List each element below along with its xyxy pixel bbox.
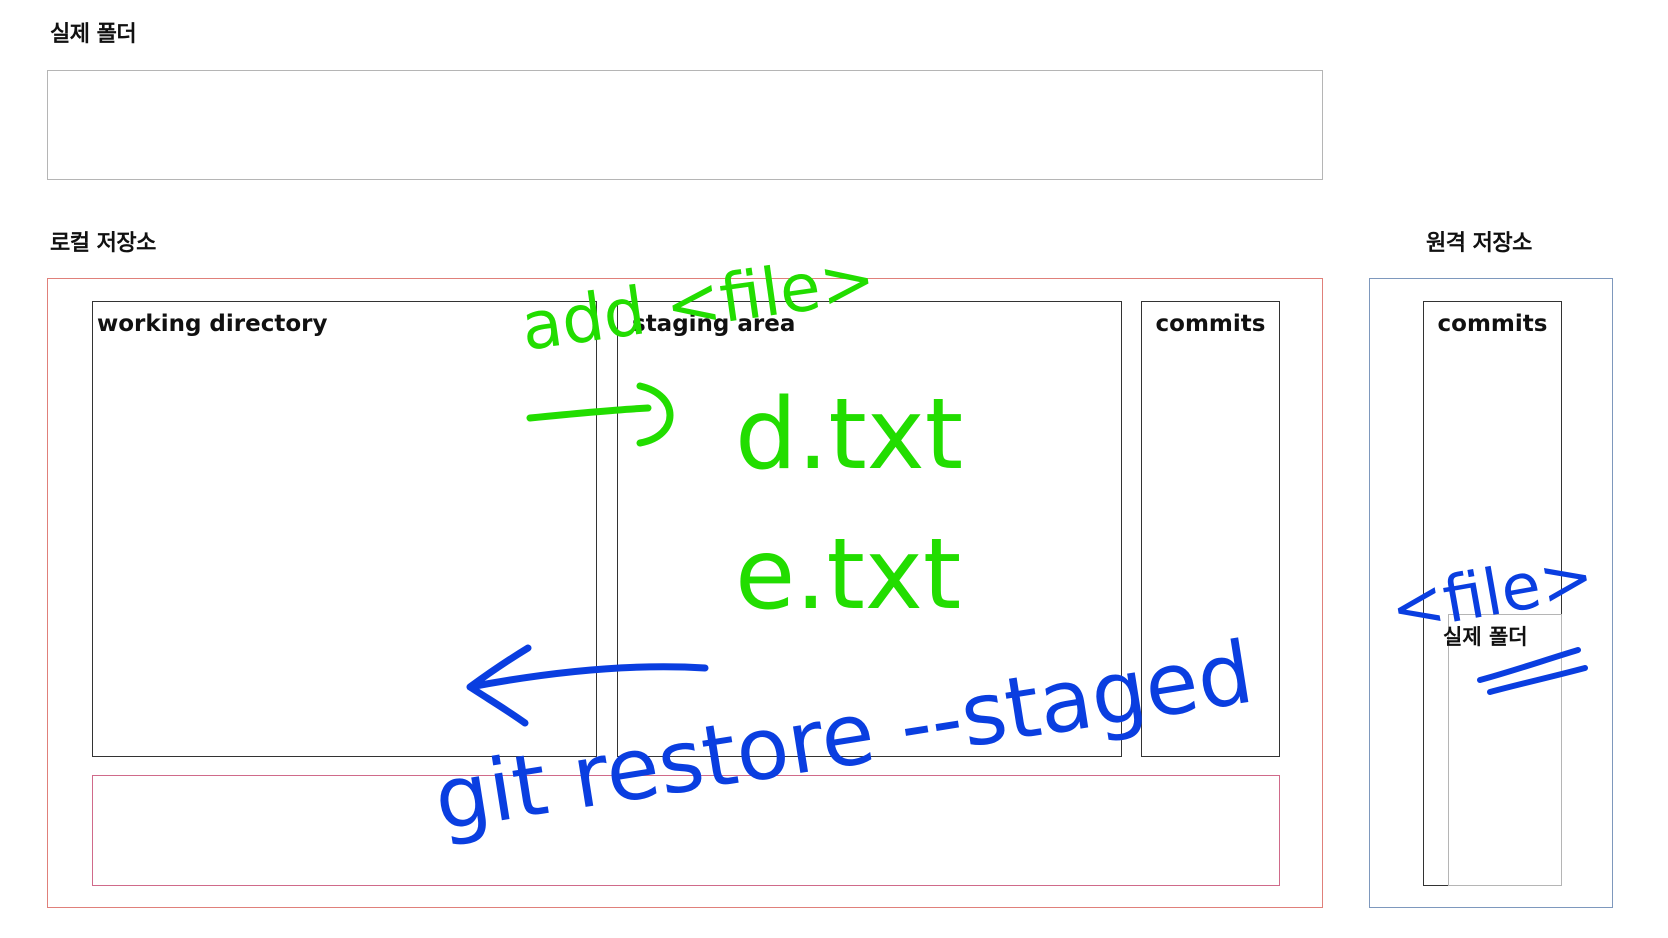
working-directory-title: working directory xyxy=(97,311,328,337)
working-directory-box: working directory xyxy=(92,301,597,757)
remote-inner-folder-label: 실제 폴더 xyxy=(1443,625,1528,649)
working-folder-box xyxy=(47,70,1323,180)
local-folder-box xyxy=(92,775,1280,886)
staging-area-box: staging area xyxy=(617,301,1122,757)
remote-inner-folder-box: 실제 폴더 xyxy=(1443,614,1562,886)
working-folder-label: 실제 폴더 xyxy=(50,22,137,47)
local-repo-label: 로컬 저장소 xyxy=(50,231,156,256)
local-commits-box: commits xyxy=(1141,301,1280,757)
remote-commits-title: commits xyxy=(1437,311,1548,337)
git-workflow-diagram: 실제 폴더 로컬 저장소 working directory staging a… xyxy=(0,0,1668,938)
remote-repo-label: 원격 저장소 xyxy=(1426,231,1532,256)
staging-area-title: staging area xyxy=(632,311,796,337)
local-repo-box: working directory staging area commits xyxy=(47,278,1323,908)
local-commits-title: commits xyxy=(1155,311,1266,337)
remote-repo-box: commits 실제 폴더 xyxy=(1369,278,1613,908)
